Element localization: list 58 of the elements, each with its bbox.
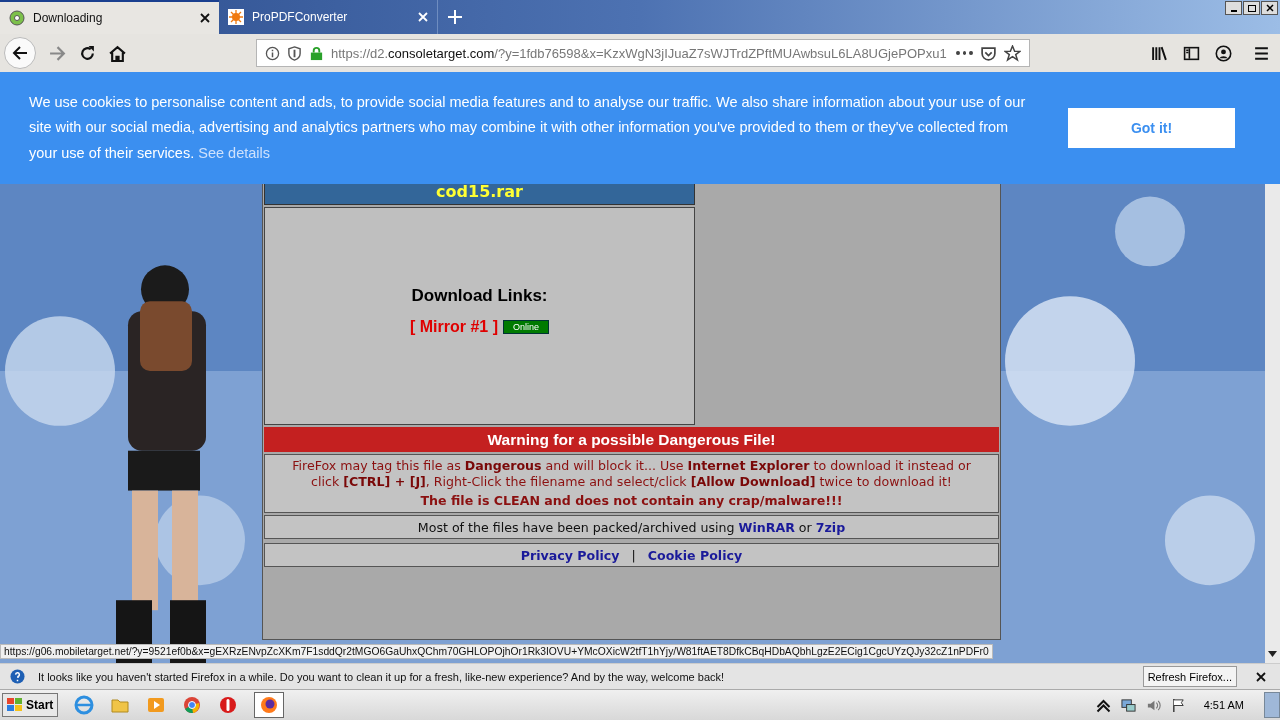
start-button[interactable]: Start: [2, 693, 59, 717]
network-icon[interactable]: [1120, 697, 1136, 713]
sidebar-icon[interactable]: [1183, 44, 1200, 62]
tab-title: Downloading: [33, 11, 104, 25]
stop-icon[interactable]: [218, 695, 239, 715]
url-text: https://d2.consoletarget.com/?y=1fdb76598&x=KzxWgN3jIJuaZ7sWJTrdZPftMUAwbsuL6LA8UGjePOPxu1: [331, 45, 948, 61]
browser-tab[interactable]: Downloading: [0, 0, 219, 34]
winrar-link[interactable]: WinRAR: [738, 519, 795, 535]
star-icon[interactable]: [1004, 44, 1021, 62]
forward-icon[interactable]: [49, 44, 66, 62]
address-bar[interactable]: https://d2.consoletarget.com/?y=1fdb76598&x=KzxWgN3jIJuaZ7sWJTrdZPftMUAwbsuL6LA8UGjePOPxu1: [256, 39, 1030, 67]
notification-text: It looks like you haven't started Firefox in a while. Do you want to clean it up for a fresh, like-new experience? And by the way, welcome back!: [38, 670, 726, 683]
minimize-icon[interactable]: [1225, 1, 1242, 15]
7zip-link[interactable]: 7zip: [815, 519, 846, 535]
status-badge: Online: [503, 320, 549, 334]
windows-logo-icon: [7, 698, 23, 712]
new-tab-icon[interactable]: [448, 10, 462, 24]
help-icon: [10, 669, 25, 684]
caret-up-icon[interactable]: [1095, 697, 1111, 713]
policy-link[interactable]: Privacy Policy: [520, 547, 620, 563]
policy-link[interactable]: Cookie Policy: [647, 547, 743, 563]
back-button[interactable]: [4, 37, 36, 69]
scrollbar[interactable]: [1265, 182, 1280, 663]
firefox-taskbar-button[interactable]: [254, 692, 285, 718]
sun-icon: [228, 9, 244, 25]
download-heading: Download Links:: [411, 286, 548, 306]
clean-notice: The file is CLEAN and does not contain any crap/malware!!!: [419, 493, 844, 508]
archive-note: Most of the files have been packed/archived using WinRAR or 7zip: [417, 519, 846, 535]
info-icon[interactable]: [265, 45, 280, 61]
pocket-icon[interactable]: [980, 44, 997, 62]
warning-title: Warning for a possible Dangerous File!: [264, 427, 999, 452]
back-arrow-icon: [12, 45, 28, 61]
account-icon[interactable]: [1215, 44, 1232, 62]
menu-icon[interactable]: [1253, 44, 1270, 62]
library-icon[interactable]: [1151, 44, 1168, 62]
close-icon[interactable]: [1261, 1, 1278, 15]
speaker-icon[interactable]: [1145, 697, 1161, 713]
disc-icon: [9, 10, 25, 26]
chrome-icon[interactable]: [182, 695, 203, 715]
close-icon[interactable]: [1256, 671, 1266, 682]
warning-text: FireFox may tag this file as Dangerous and will block it... Use Internet Explorer to download it instead or click [CTRL] + [J], Right-Click the filename and select/click [Allow Download] twice to download it!: [291, 458, 972, 490]
restore-icon[interactable]: [1243, 1, 1260, 15]
separator: |: [631, 547, 636, 563]
status-url: https://g06.mobiletarget.net/?y=9521ef0b&x=gEXRzENvpZcXKm7F1sddQr2tMGO6GaUhxQChm70GHLOPOjhOr1Rk3IOVU+YMcOXicW2tfT1hYjy/W81ftAET8DfkCBqHDbAQbhLgzE2ECig1CgcUYzQJy32cZ1nPDFr0: [0, 644, 993, 659]
shield-icon[interactable]: [287, 45, 302, 61]
clock: 4:51 AM: [1203, 699, 1244, 711]
firefox-icon: [259, 695, 280, 715]
home-icon[interactable]: [109, 44, 126, 62]
refresh-button[interactable]: Refresh Firefox...: [1142, 666, 1237, 687]
cookie-text: We use cookies to personalise content and ads, to provide social media features and to analyse our traffic. We also share information about your use of our site with our social media, advertising and analytics partners who may combine it with other information you've provided to them or they've collected from your use of their services. See details: [29, 92, 1027, 163]
lock-icon: [309, 45, 324, 61]
tab-title: ProPDFConverter: [252, 10, 349, 24]
close-icon[interactable]: [200, 13, 210, 23]
flag-icon[interactable]: [1170, 697, 1186, 713]
browser-icon[interactable]: [74, 695, 95, 715]
reload-icon[interactable]: [79, 44, 96, 62]
more-icon[interactable]: [956, 51, 973, 55]
scroll-down-icon[interactable]: [1268, 651, 1277, 657]
